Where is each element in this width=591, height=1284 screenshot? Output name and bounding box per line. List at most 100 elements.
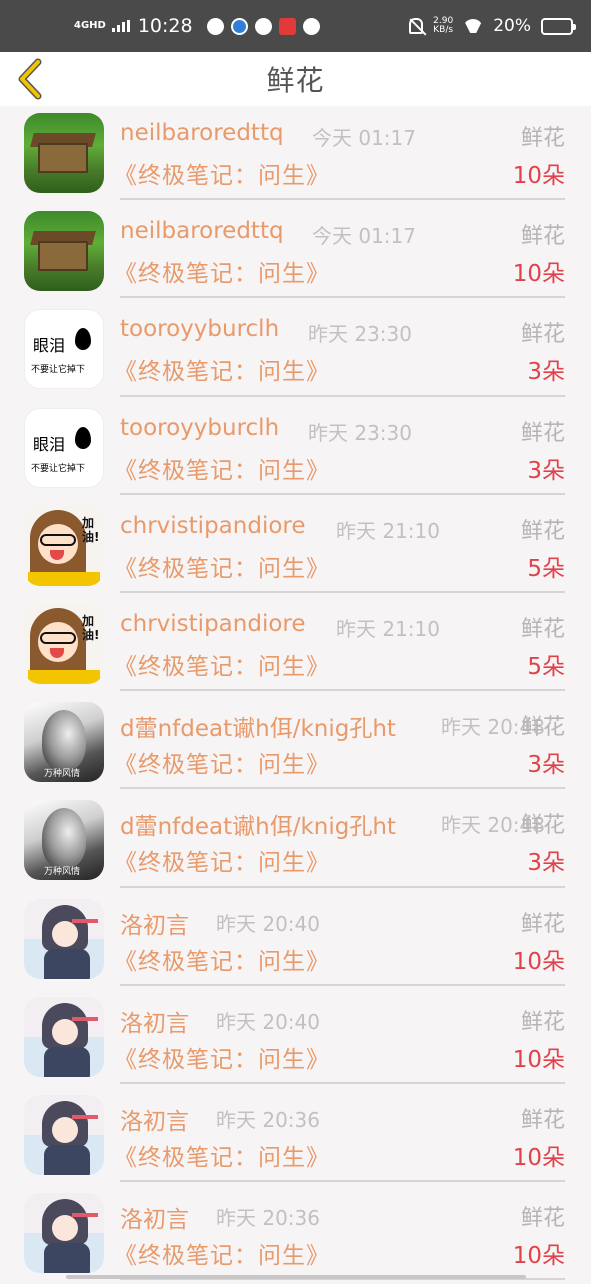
user-name[interactable]: neilbaroredttq	[120, 218, 284, 244]
user-name[interactable]: 洛初言	[120, 1102, 189, 1136]
notification-icons	[206, 17, 320, 35]
network-type: 4GHD	[74, 20, 106, 31]
user-name[interactable]: chrvistipandiore	[120, 611, 306, 637]
book-title[interactable]: 《终极笔记：问生》	[114, 1040, 330, 1074]
gift-type: 鲜花	[520, 1206, 565, 1232]
divider	[120, 394, 565, 397]
book-title[interactable]: 《终极笔记：问生》	[114, 647, 330, 681]
network-speed: 2.90 KB/s	[433, 17, 453, 35]
gift-type: 鲜花	[520, 420, 565, 446]
avatar-caption: 加油!	[82, 515, 100, 544]
avatar[interactable]	[24, 211, 104, 292]
divider	[120, 198, 565, 201]
user-name[interactable]: 洛初言	[120, 906, 189, 940]
book-title[interactable]: 《终极笔记：问生》	[114, 843, 330, 877]
user-name[interactable]: tooroyyburclh	[120, 316, 279, 342]
timestamp: 昨天 21:10	[336, 616, 440, 641]
avatar[interactable]: 万种风情	[24, 702, 104, 783]
wifi-icon	[463, 19, 483, 33]
avatar-subcaption: 不要让它掉下	[31, 365, 86, 376]
user-name[interactable]: neilbaroredttq	[120, 120, 284, 146]
app-icon	[230, 17, 248, 35]
chevron-left-icon[interactable]	[14, 58, 50, 100]
avatar[interactable]	[24, 1193, 104, 1274]
book-title[interactable]: 《终极笔记：问生》	[114, 1138, 330, 1172]
avatar[interactable]: 加油!	[24, 603, 104, 684]
list-item[interactable]: 加油! chrvistipandiore 昨天 21:10 鲜花 《终极笔记：问…	[0, 597, 591, 695]
list-item[interactable]: neilbaroredttq 今天 01:17 鲜花 《终极笔记：问生》 10朵	[0, 106, 591, 204]
user-name[interactable]: 洛初言	[120, 1004, 189, 1038]
timestamp: 昨天 20:40	[216, 911, 320, 936]
timestamp: 今天 01:17	[312, 126, 416, 150]
avatar[interactable]	[24, 1094, 104, 1175]
list-item[interactable]: 洛初言 昨天 20:36 鲜花 《终极笔记：问生》 10朵	[0, 1186, 591, 1284]
list-item[interactable]: 洛初言 昨天 20:36 鲜花 《终极笔记：问生》 10朵	[0, 1088, 591, 1186]
list-item[interactable]: 万种风情 d蕾nfdeat谳h佴/knig孔ht 昨天 20:48 鲜花 《终极…	[0, 695, 591, 793]
avatar-caption: 加油!	[82, 613, 100, 642]
list-item[interactable]: 万种风情 d蕾nfdeat谳h佴/knig孔ht 昨天 20:48 鲜花 《终极…	[0, 793, 591, 891]
timestamp: 昨天 23:30	[308, 322, 412, 347]
avatar-caption: 眼泪	[33, 434, 66, 454]
book-title[interactable]: 《终极笔记：问生》	[114, 549, 330, 583]
list-item[interactable]: neilbaroredttq 今天 01:17 鲜花 《终极笔记：问生》 10朵	[0, 204, 591, 302]
list-item[interactable]: 洛初言 昨天 20:40 鲜花 《终极笔记：问生》 10朵	[0, 990, 591, 1088]
gift-type: 鲜花	[520, 322, 565, 348]
user-name[interactable]: d蕾nfdeat谳h佴/knig孔ht	[120, 807, 396, 841]
book-title[interactable]: 《终极笔记：问生》	[114, 156, 330, 190]
divider	[120, 885, 565, 888]
divider	[120, 590, 565, 593]
avatar[interactable]: 眼泪 不要让它掉下	[24, 407, 104, 488]
avatar-caption: 万种风情	[44, 769, 81, 780]
tear-drop-icon	[75, 426, 91, 449]
list-item[interactable]: 眼泪 不要让它掉下 tooroyyburclh 昨天 23:30 鲜花 《终极笔…	[0, 401, 591, 499]
list-item[interactable]: 洛初言 昨天 20:40 鲜花 《终极笔记：问生》 10朵	[0, 892, 591, 990]
avatar[interactable]: 加油!	[24, 505, 104, 586]
divider	[120, 983, 565, 986]
book-title[interactable]: 《终极笔记：问生》	[114, 352, 330, 386]
gift-type: 鲜花	[520, 813, 565, 839]
gift-list: neilbaroredttq 今天 01:17 鲜花 《终极笔记：问生》 10朵…	[0, 106, 591, 1284]
gift-count: 5朵	[527, 653, 565, 680]
battery-icon	[541, 17, 576, 35]
gift-count: 5朵	[527, 555, 565, 582]
page-title: 鲜花	[266, 64, 325, 97]
gift-type: 鲜花	[520, 1107, 565, 1133]
book-title[interactable]: 《终极笔记：问生》	[114, 745, 330, 779]
user-name[interactable]: 洛初言	[120, 1200, 189, 1234]
home-indicator	[66, 1275, 526, 1279]
gift-type: 鲜花	[520, 715, 565, 741]
list-item[interactable]: 眼泪 不要让它掉下 tooroyyburclh 昨天 23:30 鲜花 《终极笔…	[0, 302, 591, 400]
status-clock: 10:28	[137, 15, 193, 37]
timestamp: 今天 01:17	[312, 224, 416, 249]
message-icon	[206, 17, 224, 35]
gift-count: 3朵	[527, 359, 565, 386]
avatar[interactable]: 眼泪 不要让它掉下	[24, 309, 104, 390]
avatar[interactable]	[24, 113, 104, 193]
user-name[interactable]: chrvistipandiore	[120, 513, 306, 539]
timestamp: 昨天 23:30	[308, 420, 412, 445]
mute-icon	[409, 18, 424, 34]
user-name[interactable]: tooroyyburclh	[120, 415, 279, 441]
list-item[interactable]: 加油! chrvistipandiore 昨天 21:10 鲜花 《终极笔记：问…	[0, 499, 591, 597]
gift-type: 鲜花	[520, 911, 565, 937]
avatar-subcaption: 不要让它掉下	[31, 463, 86, 474]
status-bar: 4GHD 10:28 2.90 KB/s 20%	[0, 0, 591, 52]
battery-percent: 20%	[493, 16, 531, 36]
gift-type: 鲜花	[520, 126, 565, 151]
book-title[interactable]: 《终极笔记：问生》	[114, 254, 330, 288]
gift-count: 10朵	[512, 948, 565, 975]
divider	[120, 1081, 565, 1084]
gift-count: 10朵	[512, 163, 565, 189]
divider	[120, 1180, 565, 1183]
gift-count: 10朵	[512, 1144, 565, 1171]
divider	[120, 296, 565, 299]
user-name[interactable]: d蕾nfdeat谳h佴/knig孔ht	[120, 709, 396, 743]
avatar[interactable]: 万种风情	[24, 800, 104, 881]
book-title[interactable]: 《终极笔记：问生》	[114, 1236, 330, 1270]
avatar[interactable]	[24, 898, 104, 979]
book-title[interactable]: 《终极笔记：问生》	[114, 942, 330, 976]
gift-count: 10朵	[512, 1243, 565, 1270]
book-title[interactable]: 《终极笔记：问生》	[114, 451, 330, 485]
avatar[interactable]	[24, 996, 104, 1077]
gift-count: 3朵	[527, 752, 565, 779]
